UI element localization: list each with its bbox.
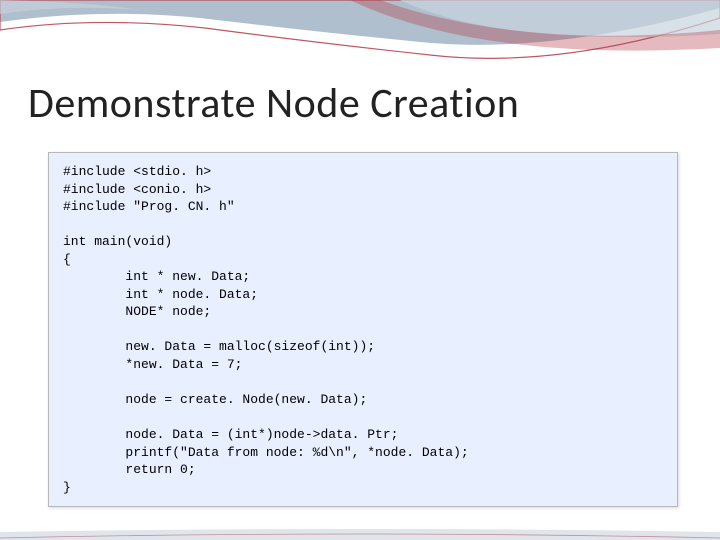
code-block: #include <stdio. h> #include <conio. h> … <box>48 152 678 507</box>
code-content: #include <stdio. h> #include <conio. h> … <box>63 164 469 495</box>
top-ribbon-decoration <box>0 0 720 80</box>
slide-title: Demonstrate Node Creation <box>28 78 519 129</box>
bottom-trim-decoration <box>0 526 720 540</box>
